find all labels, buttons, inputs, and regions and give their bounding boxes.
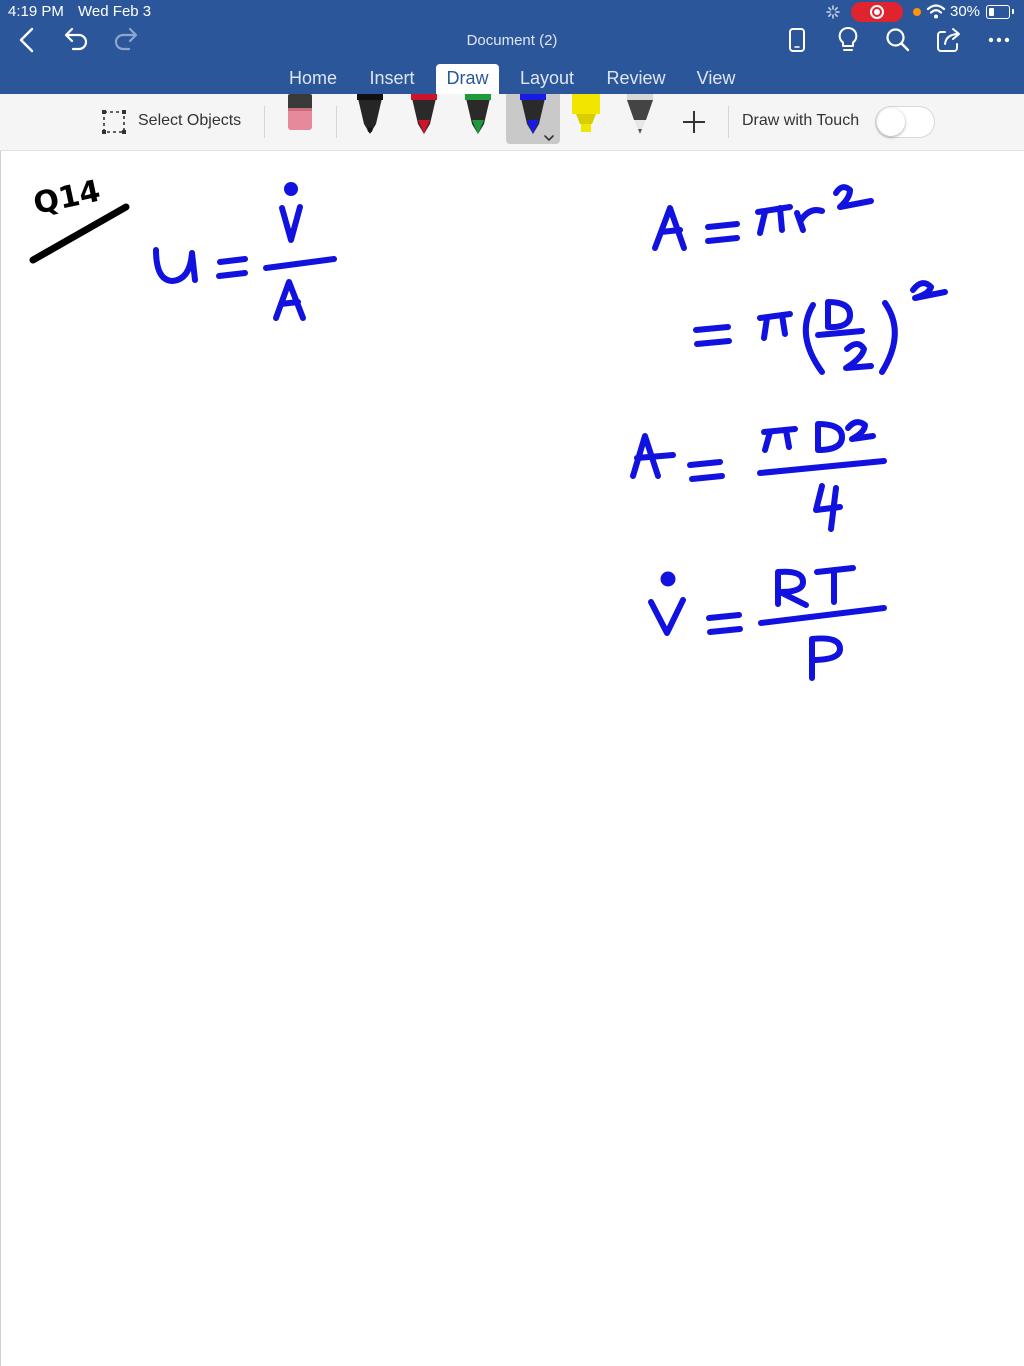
- ink-eq-area[interactable]: [652, 184, 874, 251]
- ink-d: [825, 299, 853, 331]
- ink-superscript-2: [833, 184, 874, 210]
- ink-v: [648, 597, 686, 636]
- ink-t: [814, 565, 856, 605]
- ink-eq-volume-flow[interactable]: [648, 565, 887, 681]
- ink-v: [279, 204, 303, 243]
- ink-fraction-bar: [758, 605, 887, 626]
- ink-equals: [706, 612, 743, 635]
- ink-open-paren: [802, 302, 825, 375]
- ink-p: [809, 635, 843, 681]
- ink-fraction-bar: [757, 458, 887, 476]
- ink-eq-velocity[interactable]: [153, 182, 337, 321]
- ink-4: [813, 483, 843, 532]
- ink-r: [775, 568, 809, 608]
- ink-superscript-2: [845, 419, 876, 442]
- ink-u: [153, 247, 198, 284]
- ink-dot: [284, 182, 298, 196]
- ink-fraction-bar: [263, 256, 337, 271]
- ink-q14-label[interactable]: Q14: [29, 174, 130, 264]
- ink-equals: [216, 256, 248, 279]
- ink-fraction-bar: [815, 328, 865, 338]
- handwritten-ink-layer: Q14: [29, 174, 948, 681]
- ink-pi: [757, 311, 793, 341]
- ink-a: [630, 433, 676, 479]
- ink-equals: [687, 459, 725, 482]
- ink-a: [652, 205, 687, 251]
- ink-a: [273, 279, 306, 321]
- q14-text: Q14: [30, 174, 103, 222]
- ink-pi: [761, 426, 798, 453]
- ink-d: [815, 421, 845, 453]
- ink-equals: [705, 221, 740, 244]
- ink-close-paren: [879, 300, 898, 375]
- ink-eq-area-diameter[interactable]: [630, 419, 887, 532]
- ink-superscript-2: [910, 280, 948, 301]
- ink-pi: [755, 204, 793, 236]
- ink-2: [843, 341, 874, 371]
- ink-eq-diameter[interactable]: [693, 280, 948, 375]
- ink-equals: [693, 324, 732, 347]
- ink-r: [794, 207, 825, 233]
- ink-dot: [660, 571, 676, 587]
